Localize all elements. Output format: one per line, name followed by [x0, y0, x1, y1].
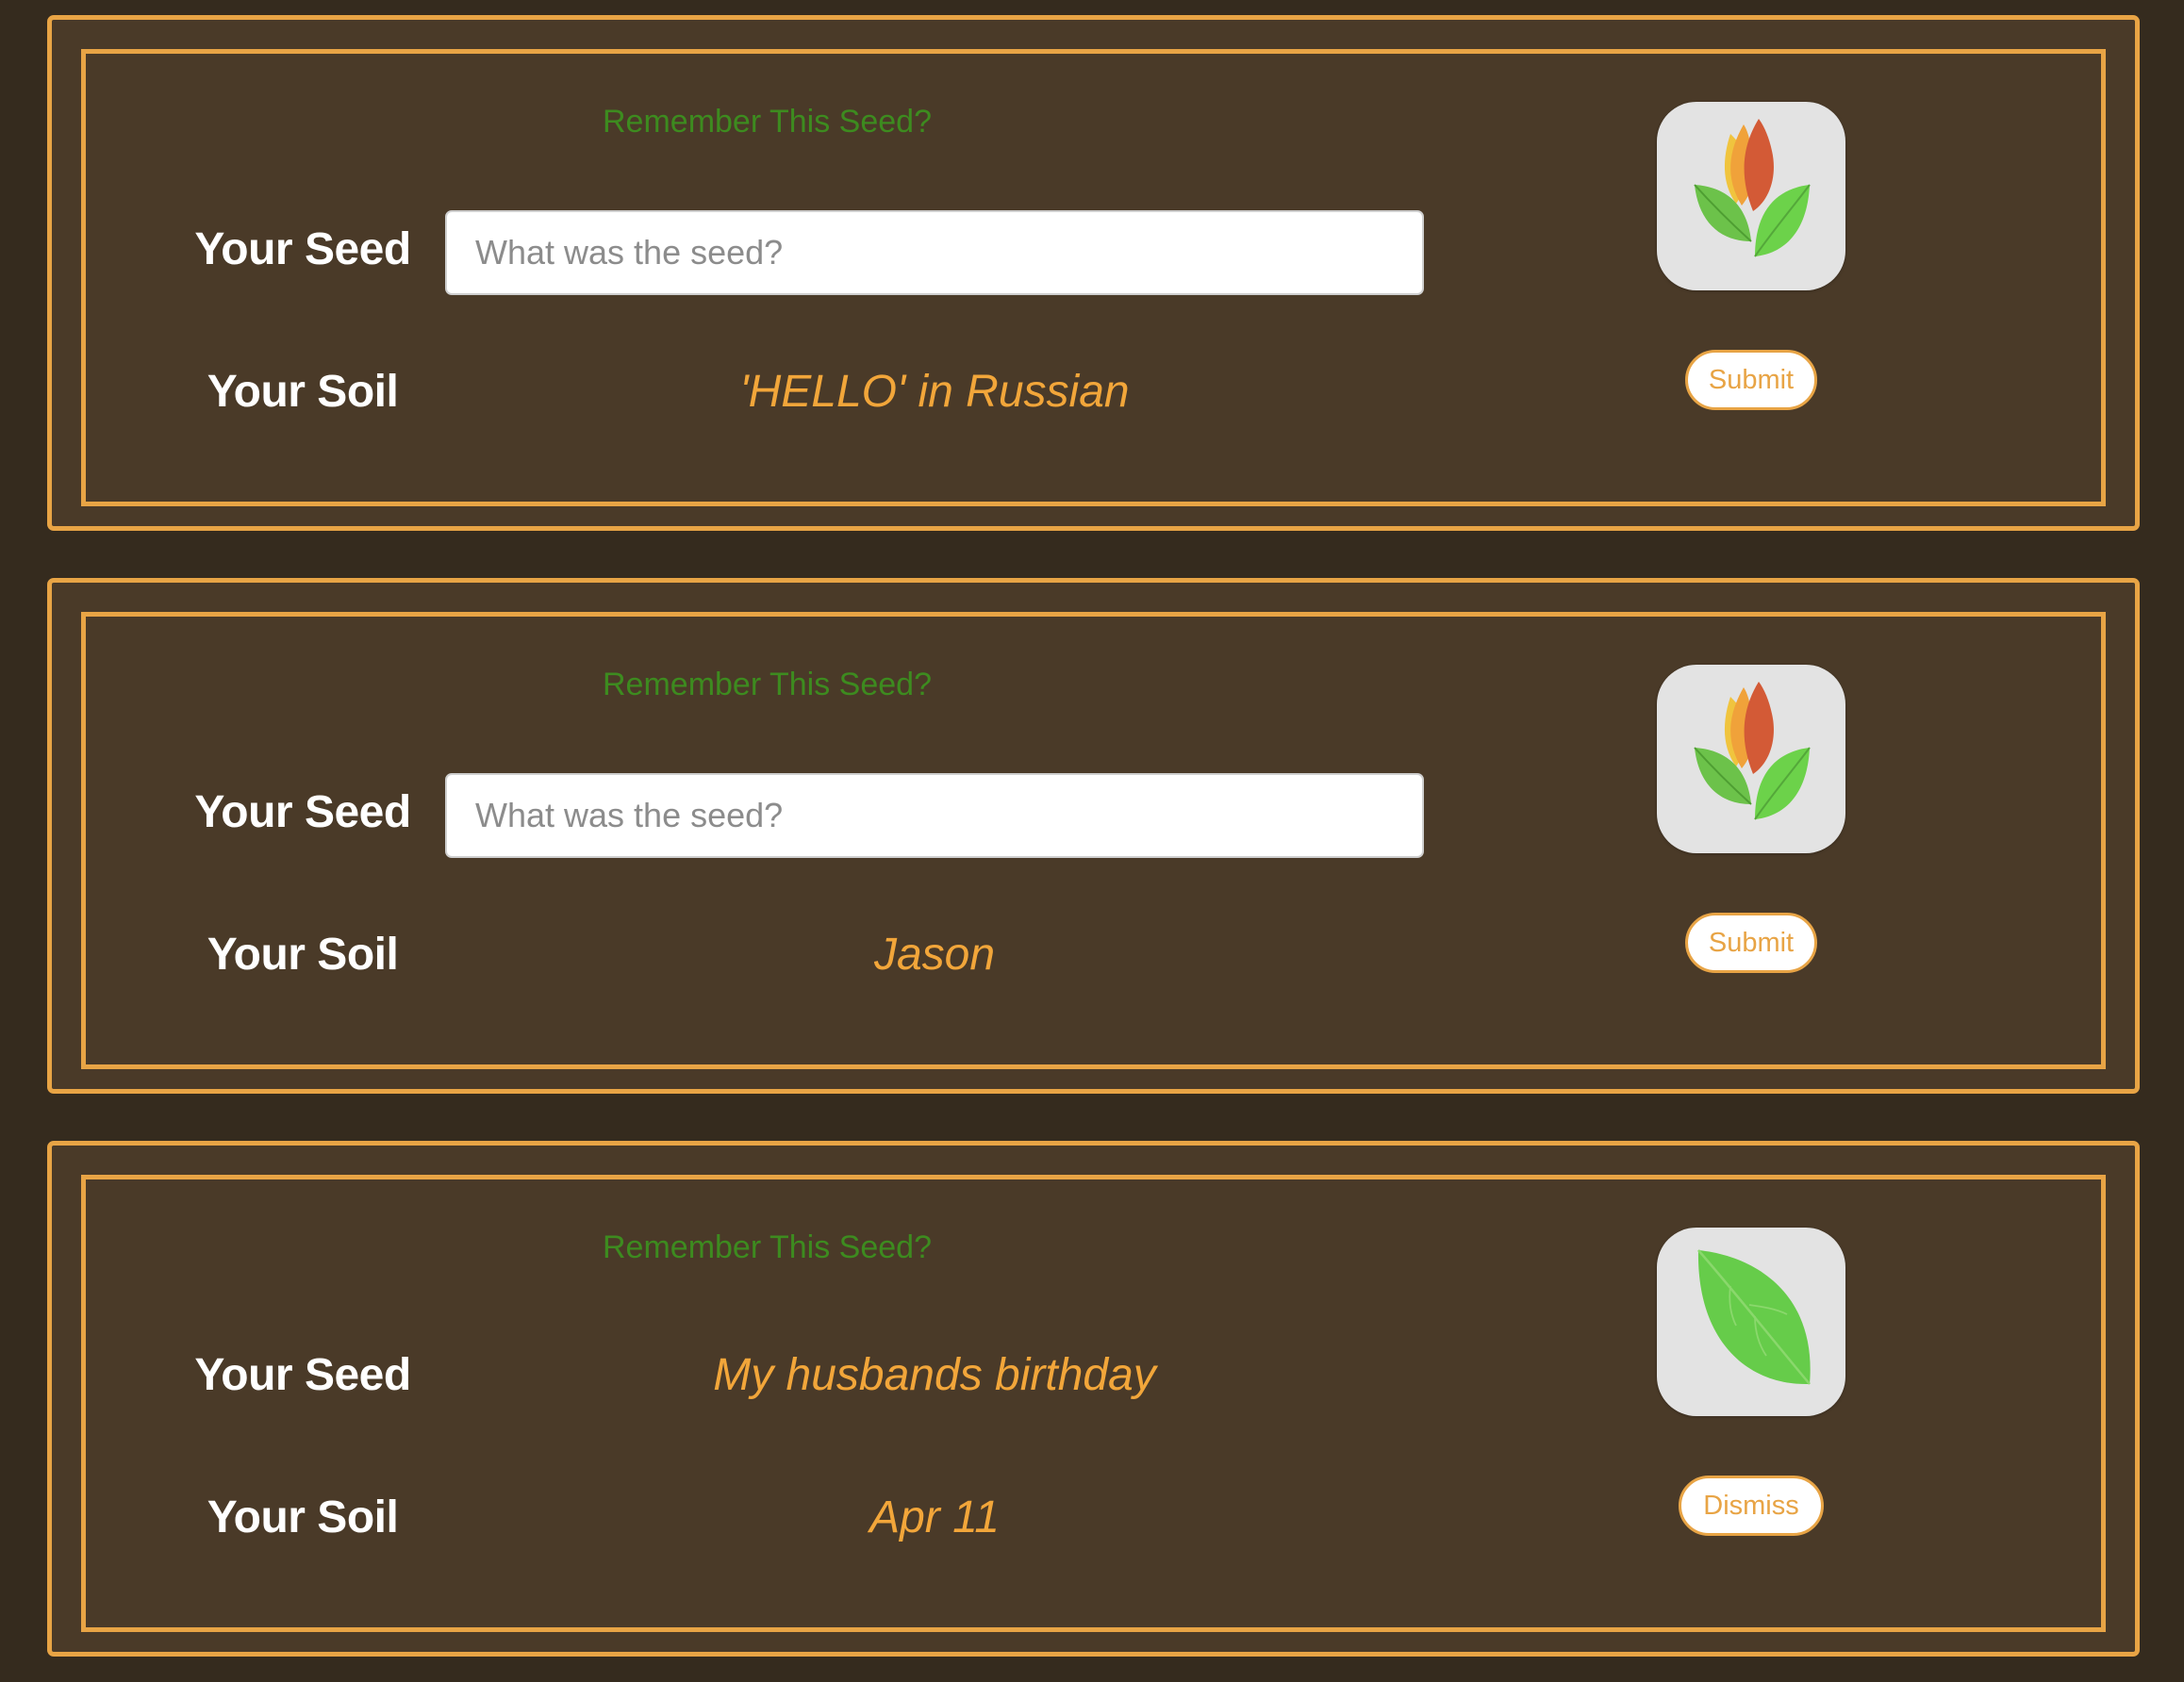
- seed-input[interactable]: [445, 210, 1424, 295]
- your-seed-label: Your Seed: [194, 1350, 411, 1400]
- soil-value: Jason: [873, 930, 996, 980]
- leaf-icon: [1657, 1228, 1845, 1416]
- seed-card-2: Remember This Seed? Your Seed Your Soil …: [47, 578, 2140, 1094]
- your-seed-label: Your Seed: [194, 224, 411, 274]
- submit-button[interactable]: Submit: [1685, 350, 1817, 410]
- seed-card-1: Remember This Seed? Your Seed Your Soil …: [47, 15, 2140, 531]
- your-seed-label: Your Seed: [194, 787, 411, 837]
- soil-value: Apr 11: [869, 1492, 1000, 1542]
- your-soil-label: Your Soil: [207, 1492, 399, 1542]
- submit-button[interactable]: Submit: [1685, 913, 1817, 973]
- dismiss-button[interactable]: Dismiss: [1679, 1476, 1824, 1536]
- seed-card-frame: Remember This Seed? Your Seed Your Soil …: [81, 49, 2106, 506]
- your-soil-label: Your Soil: [207, 367, 399, 417]
- remember-seed-prompt: Remember This Seed?: [603, 667, 932, 702]
- seedling-flame-icon: [1657, 665, 1845, 853]
- your-soil-label: Your Soil: [207, 930, 399, 980]
- seed-card-frame: Remember This Seed? Your Seed Your Soil …: [81, 612, 2106, 1069]
- seed-input[interactable]: [445, 773, 1424, 858]
- seed-value: My husbands birthday: [713, 1350, 1156, 1400]
- remember-seed-prompt: Remember This Seed?: [603, 104, 932, 140]
- seedling-flame-icon: [1657, 102, 1845, 290]
- remember-seed-prompt: Remember This Seed?: [603, 1229, 932, 1265]
- seed-card-frame: Remember This Seed? Your Seed My husband…: [81, 1175, 2106, 1632]
- seed-card-3: Remember This Seed? Your Seed My husband…: [47, 1141, 2140, 1657]
- soil-value: 'HELLO' in Russian: [739, 367, 1130, 417]
